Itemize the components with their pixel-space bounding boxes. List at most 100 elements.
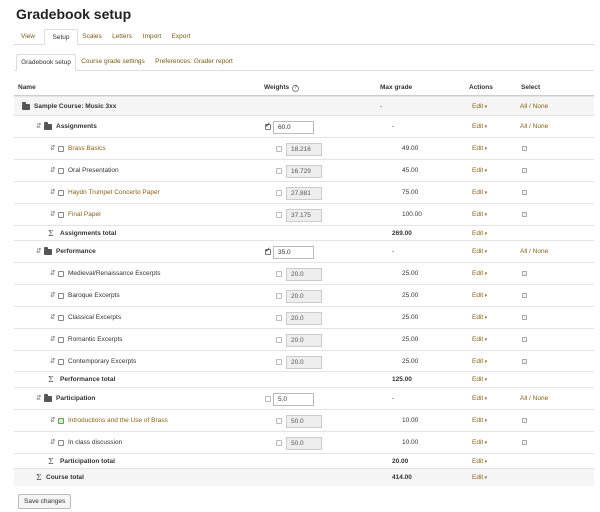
edit-menu[interactable]: Edit ▾ xyxy=(472,358,487,366)
edit-menu[interactable]: Edit ▾ xyxy=(472,458,487,466)
move-icon[interactable]: ⇵ xyxy=(50,166,56,174)
weight-override-checkbox[interactable] xyxy=(276,440,282,446)
move-icon[interactable]: ⇵ xyxy=(36,247,42,255)
weight-input[interactable]: 20.0 xyxy=(286,356,322,369)
weight-input[interactable]: 20.0 xyxy=(286,312,322,325)
max-grade-value: - xyxy=(392,248,395,255)
select-checkbox[interactable] xyxy=(522,212,527,217)
weight-input[interactable]: 37.175 xyxy=(286,209,322,222)
move-icon[interactable]: ⇵ xyxy=(50,269,56,277)
grade-item-link[interactable]: Brass Basics xyxy=(68,145,106,153)
weight-override-checkbox[interactable] xyxy=(276,337,282,343)
edit-menu[interactable]: Edit ▾ xyxy=(472,248,487,256)
select-checkbox[interactable] xyxy=(522,190,527,195)
move-icon[interactable]: ⇵ xyxy=(50,188,56,196)
select-checkbox[interactable] xyxy=(522,359,527,364)
tab-view[interactable]: View xyxy=(16,29,40,45)
edit-menu[interactable]: Edit ▾ xyxy=(472,474,487,482)
save-changes-button[interactable]: Save changes xyxy=(18,494,72,509)
grade-item-link[interactable]: Haydn Trumpet Concerto Paper xyxy=(68,189,160,197)
move-icon[interactable]: ⇵ xyxy=(50,291,56,299)
subtab-course-grade-settings[interactable]: Course grade settings xyxy=(80,54,146,71)
weight-override-checkbox[interactable] xyxy=(265,121,271,130)
grade-item-link[interactable]: Introductions and the Use of Brass xyxy=(68,417,168,425)
grade-item-row: ⇵ Romantic Excerpts 20.0 25.00 Edit ▾ xyxy=(14,328,594,350)
help-icon[interactable]: ? xyxy=(291,85,299,92)
move-icon[interactable]: ⇵ xyxy=(50,357,56,365)
edit-menu[interactable]: Edit ▾ xyxy=(472,376,487,384)
move-icon[interactable]: ⇵ xyxy=(50,313,56,321)
move-icon[interactable]: ⇵ xyxy=(36,122,42,130)
weight-input[interactable]: 35.0 xyxy=(273,246,314,259)
move-icon[interactable]: ⇵ xyxy=(50,144,56,152)
weight-override-checkbox[interactable] xyxy=(276,359,282,365)
weight-input[interactable]: 60.0 xyxy=(273,121,314,134)
edit-menu[interactable]: Edit ▾ xyxy=(472,123,487,131)
setup-subtabs: Gradebook setup Course grade settings Pr… xyxy=(14,54,594,71)
edit-menu[interactable]: Edit ▾ xyxy=(472,314,487,322)
select-all-none-link[interactable]: All / None xyxy=(520,248,548,256)
grade-item-row: ⇵ Brass Basics 18.216 49.00 Edit ▾ xyxy=(14,137,594,159)
row-name: Assignments xyxy=(56,123,97,130)
weight-override-checkbox[interactable] xyxy=(265,246,271,255)
weight-override-checkbox[interactable] xyxy=(276,168,282,174)
edit-menu[interactable]: Edit ▾ xyxy=(472,417,487,425)
tab-export[interactable]: Export xyxy=(167,29,195,45)
edit-menu[interactable]: Edit ▾ xyxy=(472,211,487,219)
tab-scales[interactable]: Scales xyxy=(78,29,106,45)
edit-menu[interactable]: Edit ▾ xyxy=(472,270,487,278)
select-checkbox[interactable] xyxy=(522,271,527,276)
weight-input[interactable]: 20.0 xyxy=(286,334,322,347)
edit-menu[interactable]: Edit ▾ xyxy=(472,103,487,111)
move-icon[interactable]: ⇵ xyxy=(50,335,56,343)
move-icon[interactable]: ⇵ xyxy=(36,394,42,402)
grade-item-link[interactable]: Final Paper xyxy=(68,211,101,219)
weight-override-checkbox[interactable] xyxy=(276,315,282,321)
max-grade-value: 75.00 xyxy=(402,189,419,196)
category-row: ⇵ Performance 35.0 - Edit ▾ All / None xyxy=(14,240,594,262)
max-grade-value: 25.00 xyxy=(402,292,419,299)
weight-override-checkbox[interactable] xyxy=(276,271,282,277)
edit-menu[interactable]: Edit ▾ xyxy=(472,167,487,175)
weight-override-checkbox[interactable] xyxy=(276,146,282,152)
weight-override-checkbox[interactable] xyxy=(276,212,282,218)
weight-input[interactable]: 18.216 xyxy=(286,143,322,156)
weight-override-checkbox[interactable] xyxy=(276,190,282,196)
select-checkbox[interactable] xyxy=(522,337,527,342)
weight-override-checkbox[interactable] xyxy=(276,418,282,424)
weight-input[interactable]: 50.0 xyxy=(286,437,322,450)
weight-input[interactable]: 20.0 xyxy=(286,268,322,281)
tab-letters[interactable]: Letters xyxy=(106,29,138,45)
select-all-none-link[interactable]: All / None xyxy=(520,395,548,403)
weight-input[interactable]: 27.881 xyxy=(286,187,322,200)
select-checkbox[interactable] xyxy=(522,418,527,423)
caret-down-icon: ▾ xyxy=(483,440,488,446)
weight-override-checkbox[interactable] xyxy=(265,396,271,402)
select-all-none-link[interactable]: All / None xyxy=(520,123,548,131)
subtab-preferences-grader-report[interactable]: Preferences: Grader report xyxy=(154,54,234,71)
move-icon[interactable]: ⇵ xyxy=(50,438,56,446)
select-checkbox[interactable] xyxy=(522,315,527,320)
weight-input[interactable]: 5.0 xyxy=(273,393,314,406)
tab-import[interactable]: Import xyxy=(138,29,166,45)
weight-input[interactable]: 20.0 xyxy=(286,290,322,303)
move-icon[interactable]: ⇵ xyxy=(50,210,56,218)
select-all-none-link[interactable]: All / None xyxy=(520,103,548,111)
weight-input[interactable]: 16.729 xyxy=(286,165,322,178)
select-checkbox[interactable] xyxy=(522,440,527,445)
edit-menu[interactable]: Edit ▾ xyxy=(472,145,487,153)
edit-menu[interactable]: Edit ▾ xyxy=(472,439,487,447)
weight-input[interactable]: 50.0 xyxy=(286,415,322,428)
edit-menu[interactable]: Edit ▾ xyxy=(472,395,487,403)
edit-menu[interactable]: Edit ▾ xyxy=(472,189,487,197)
select-checkbox[interactable] xyxy=(522,146,527,151)
edit-menu[interactable]: Edit ▾ xyxy=(472,292,487,300)
edit-menu[interactable]: Edit ▾ xyxy=(472,230,487,238)
edit-menu[interactable]: Edit ▾ xyxy=(472,336,487,344)
subtab-gradebook-setup[interactable]: Gradebook setup xyxy=(16,54,76,71)
move-icon[interactable]: ⇵ xyxy=(50,416,56,424)
select-checkbox[interactable] xyxy=(522,168,527,173)
select-checkbox[interactable] xyxy=(522,293,527,298)
weight-override-checkbox[interactable] xyxy=(276,293,282,299)
tab-setup[interactable]: Setup xyxy=(44,29,78,45)
